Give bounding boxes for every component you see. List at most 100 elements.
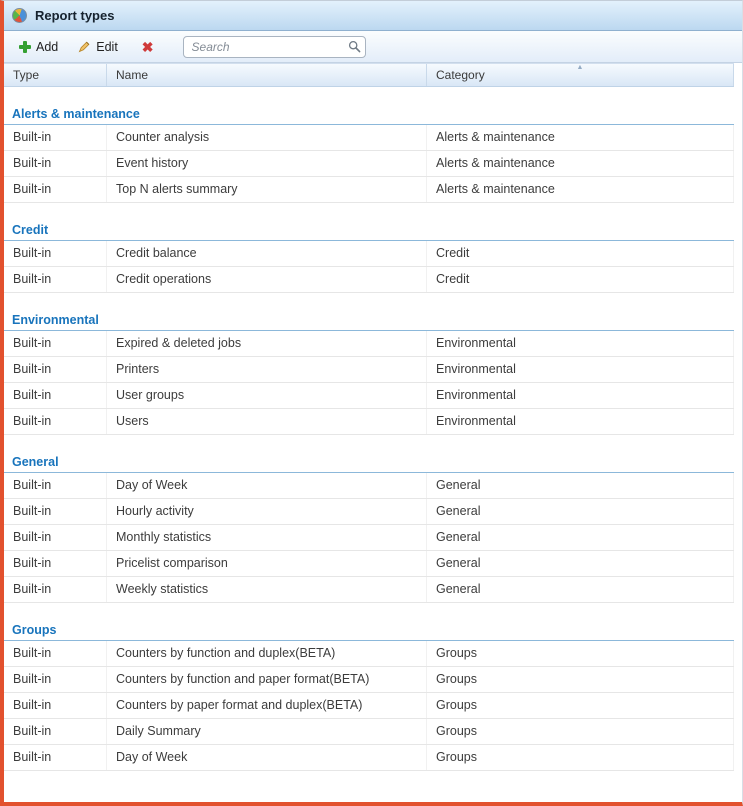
- table-row[interactable]: Built-inCredit operationsCredit: [4, 267, 734, 293]
- table-row[interactable]: Built-inUsersEnvironmental: [4, 409, 734, 435]
- table-row[interactable]: Built-inCounters by function and duplex(…: [4, 641, 734, 667]
- cell-name: Counter analysis: [107, 125, 427, 150]
- table-row[interactable]: Built-inEvent historyAlerts & maintenanc…: [4, 151, 734, 177]
- group-header[interactable]: Groups: [4, 603, 734, 641]
- column-header-type[interactable]: Type: [4, 64, 107, 86]
- table-row[interactable]: Built-inCounters by function and paper f…: [4, 667, 734, 693]
- cell-name: Credit balance: [107, 241, 427, 266]
- search-input[interactable]: [183, 36, 366, 58]
- cell-category: General: [427, 577, 734, 602]
- cell-name: Hourly activity: [107, 499, 427, 524]
- report-types-window: Report types Add Edit ✖: [0, 0, 743, 806]
- toolbar: Add Edit ✖: [4, 31, 742, 63]
- cell-category: General: [427, 499, 734, 524]
- report-group: GeneralBuilt-inDay of WeekGeneralBuilt-i…: [4, 435, 734, 603]
- table-row[interactable]: Built-inCounters by paper format and dup…: [4, 693, 734, 719]
- cell-type: Built-in: [4, 693, 107, 718]
- cell-category: Environmental: [427, 383, 734, 408]
- cell-type: Built-in: [4, 525, 107, 550]
- table-row[interactable]: Built-inPricelist comparisonGeneral: [4, 551, 734, 577]
- column-header-name[interactable]: Name: [107, 64, 427, 86]
- report-group: Alerts & maintenanceBuilt-inCounter anal…: [4, 87, 734, 203]
- cell-type: Built-in: [4, 357, 107, 382]
- cell-category: General: [427, 473, 734, 498]
- cell-type: Built-in: [4, 331, 107, 356]
- cell-category: Alerts & maintenance: [427, 177, 734, 202]
- delete-button[interactable]: ✖: [129, 36, 167, 58]
- cell-name: Top N alerts summary: [107, 177, 427, 202]
- cell-type: Built-in: [4, 577, 107, 602]
- delete-x-icon: ✖: [138, 40, 158, 54]
- cell-category: Groups: [427, 693, 734, 718]
- cell-name: Printers: [107, 357, 427, 382]
- table-row[interactable]: Built-inDay of WeekGroups: [4, 745, 734, 771]
- cell-name: Users: [107, 409, 427, 434]
- cell-category: Groups: [427, 745, 734, 770]
- cell-type: Built-in: [4, 719, 107, 744]
- table-row[interactable]: Built-inDaily SummaryGroups: [4, 719, 734, 745]
- edit-button[interactable]: Edit: [69, 36, 127, 58]
- table-row[interactable]: Built-inExpired & deleted jobsEnvironmen…: [4, 331, 734, 357]
- cell-type: Built-in: [4, 267, 107, 292]
- cell-name: Day of Week: [107, 745, 427, 770]
- cell-name: Event history: [107, 151, 427, 176]
- table-row[interactable]: Built-inMonthly statisticsGeneral: [4, 525, 734, 551]
- cell-category: Credit: [427, 267, 734, 292]
- cell-name: User groups: [107, 383, 427, 408]
- cell-category: Groups: [427, 667, 734, 692]
- cell-type: Built-in: [4, 125, 107, 150]
- table-row[interactable]: Built-inHourly activityGeneral: [4, 499, 734, 525]
- table-row[interactable]: Built-inTop N alerts summaryAlerts & mai…: [4, 177, 734, 203]
- window-titlebar: Report types: [4, 1, 742, 31]
- cell-type: Built-in: [4, 241, 107, 266]
- cell-category: Groups: [427, 641, 734, 666]
- page-title: Report types: [35, 8, 114, 23]
- column-header-category[interactable]: ▲ Category: [427, 64, 734, 86]
- report-table: Type Name ▲ Category Alerts & maintenanc…: [4, 63, 734, 802]
- cell-category: Groups: [427, 719, 734, 744]
- group-header[interactable]: Alerts & maintenance: [4, 87, 734, 125]
- cell-name: Expired & deleted jobs: [107, 331, 427, 356]
- cell-name: Pricelist comparison: [107, 551, 427, 576]
- cell-name: Day of Week: [107, 473, 427, 498]
- report-group: CreditBuilt-inCredit balanceCreditBuilt-…: [4, 203, 734, 293]
- cell-category: General: [427, 551, 734, 576]
- cell-name: Daily Summary: [107, 719, 427, 744]
- add-button[interactable]: Add: [10, 36, 67, 58]
- cell-category: Credit: [427, 241, 734, 266]
- cell-category: Alerts & maintenance: [427, 151, 734, 176]
- cell-name: Monthly statistics: [107, 525, 427, 550]
- cell-type: Built-in: [4, 667, 107, 692]
- cell-type: Built-in: [4, 473, 107, 498]
- plus-icon: [19, 41, 31, 53]
- cell-name: Counters by function and duplex(BETA): [107, 641, 427, 666]
- cell-type: Built-in: [4, 151, 107, 176]
- cell-type: Built-in: [4, 745, 107, 770]
- search-icon[interactable]: [348, 40, 361, 58]
- table-row[interactable]: Built-inUser groupsEnvironmental: [4, 383, 734, 409]
- cell-name: Counters by paper format and duplex(BETA…: [107, 693, 427, 718]
- table-row[interactable]: Built-inCounter analysisAlerts & mainten…: [4, 125, 734, 151]
- cell-type: Built-in: [4, 499, 107, 524]
- cell-type: Built-in: [4, 641, 107, 666]
- group-header[interactable]: General: [4, 435, 734, 473]
- pie-chart-icon: [12, 8, 27, 23]
- group-header[interactable]: Credit: [4, 203, 734, 241]
- column-header-row: Type Name ▲ Category: [4, 63, 734, 87]
- cell-category: Environmental: [427, 331, 734, 356]
- edit-button-label: Edit: [96, 40, 118, 54]
- table-row[interactable]: Built-inWeekly statisticsGeneral: [4, 577, 734, 603]
- table-row[interactable]: Built-inDay of WeekGeneral: [4, 473, 734, 499]
- add-button-label: Add: [36, 40, 58, 54]
- table-row[interactable]: Built-inCredit balanceCredit: [4, 241, 734, 267]
- column-header-category-label: Category: [436, 68, 485, 82]
- cell-name: Weekly statistics: [107, 577, 427, 602]
- cell-category: General: [427, 525, 734, 550]
- group-header[interactable]: Environmental: [4, 293, 734, 331]
- table-row[interactable]: Built-inPrintersEnvironmental: [4, 357, 734, 383]
- cell-category: Environmental: [427, 357, 734, 382]
- report-table-groups: Alerts & maintenanceBuilt-inCounter anal…: [4, 87, 734, 802]
- cell-type: Built-in: [4, 409, 107, 434]
- cell-type: Built-in: [4, 551, 107, 576]
- cell-type: Built-in: [4, 177, 107, 202]
